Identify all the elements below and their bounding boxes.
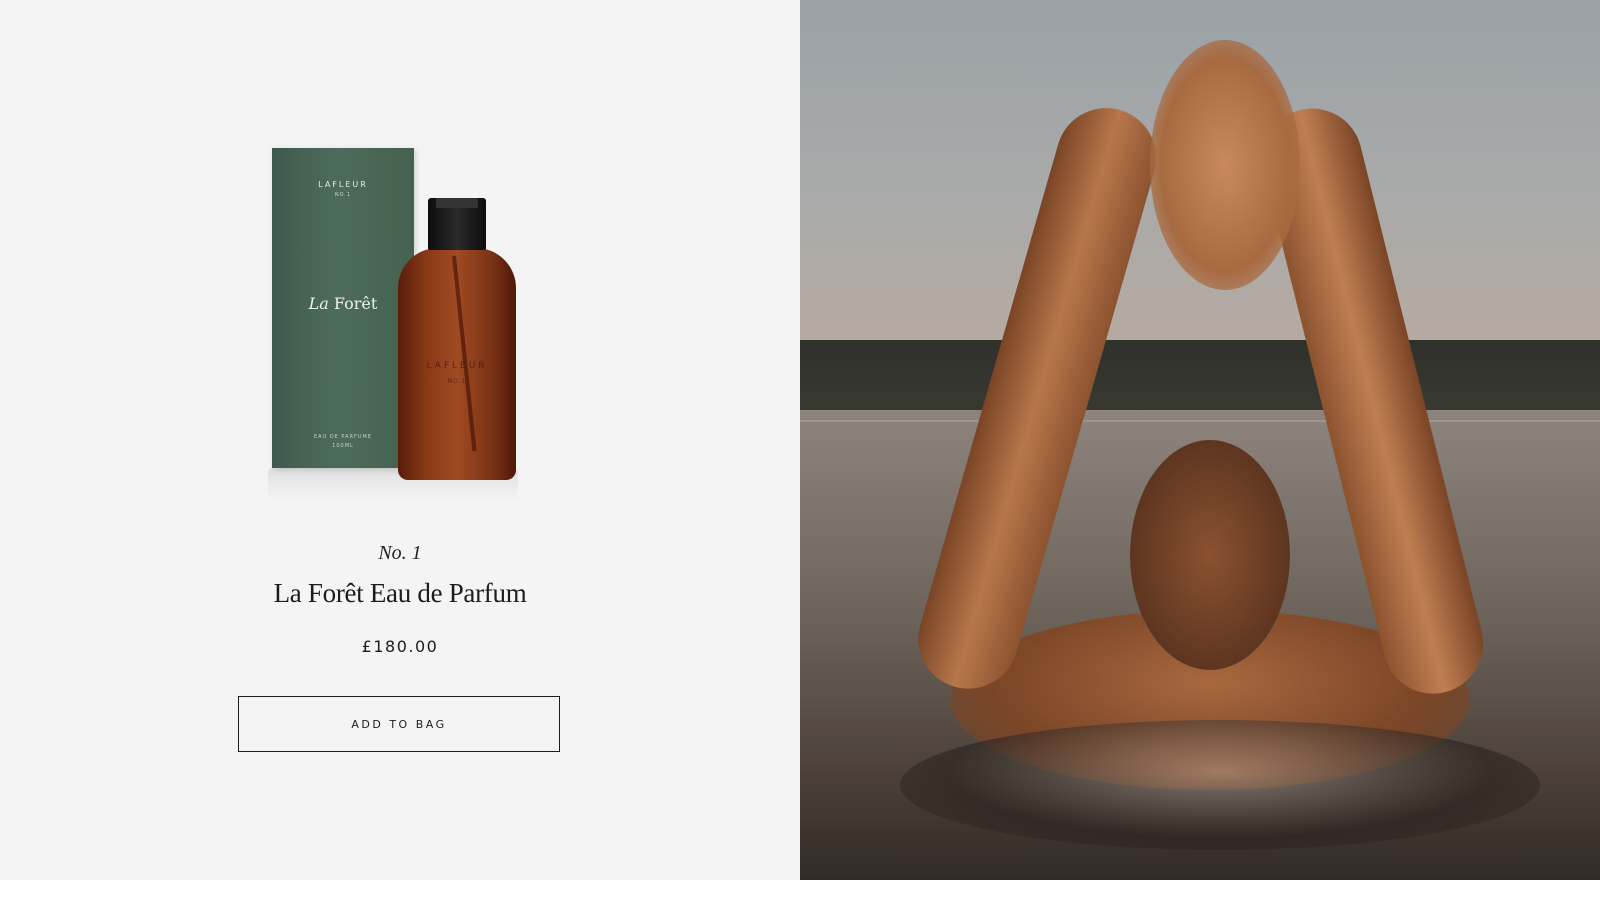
box-volume-text: 100ML — [332, 443, 354, 449]
box-name-italic: La — [308, 294, 329, 313]
product-price: £180.00 — [361, 637, 439, 656]
bottle-cap-top — [436, 198, 478, 208]
add-to-bag-label: ADD TO BAG — [351, 717, 447, 731]
product-title[interactable]: La Forêt Eau de Parfum — [0, 578, 800, 609]
photo-hands — [1150, 40, 1300, 290]
perfume-bottle-image: LAFLEUR NO.1 — [398, 198, 516, 482]
page: LAFLEUR NO.1 La Forêt EAU DE PARFUME 100… — [0, 0, 1600, 900]
bottle-number-text: NO.1 — [447, 378, 467, 385]
product-subtitle: No. 1 — [378, 542, 422, 564]
product-panel: LAFLEUR NO.1 La Forêt EAU DE PARFUME 100… — [0, 0, 800, 900]
bottle-brand-text: LAFLEUR — [426, 361, 488, 371]
add-to-bag-button[interactable]: ADD TO BAG — [238, 696, 560, 752]
lifestyle-photo — [800, 0, 1600, 900]
photo-splash — [900, 720, 1540, 850]
bottom-strip — [0, 880, 1600, 900]
product-card: LAFLEUR NO.1 La Forêt EAU DE PARFUME 100… — [0, 0, 800, 900]
photo-head — [1130, 440, 1290, 670]
box-type-text: EAU DE PARFUME — [313, 434, 373, 440]
box-product-name: La Forêt — [272, 294, 414, 313]
box-number-text: NO.1 — [334, 192, 352, 198]
perfume-box-image: LAFLEUR NO.1 La Forêt EAU DE PARFUME 100… — [272, 148, 414, 468]
photo-water-sheen — [800, 420, 1600, 422]
box-brand-text: LAFLEUR — [318, 180, 368, 189]
photo-shoreline — [800, 340, 1600, 420]
box-name-rest: Forêt — [333, 294, 378, 313]
